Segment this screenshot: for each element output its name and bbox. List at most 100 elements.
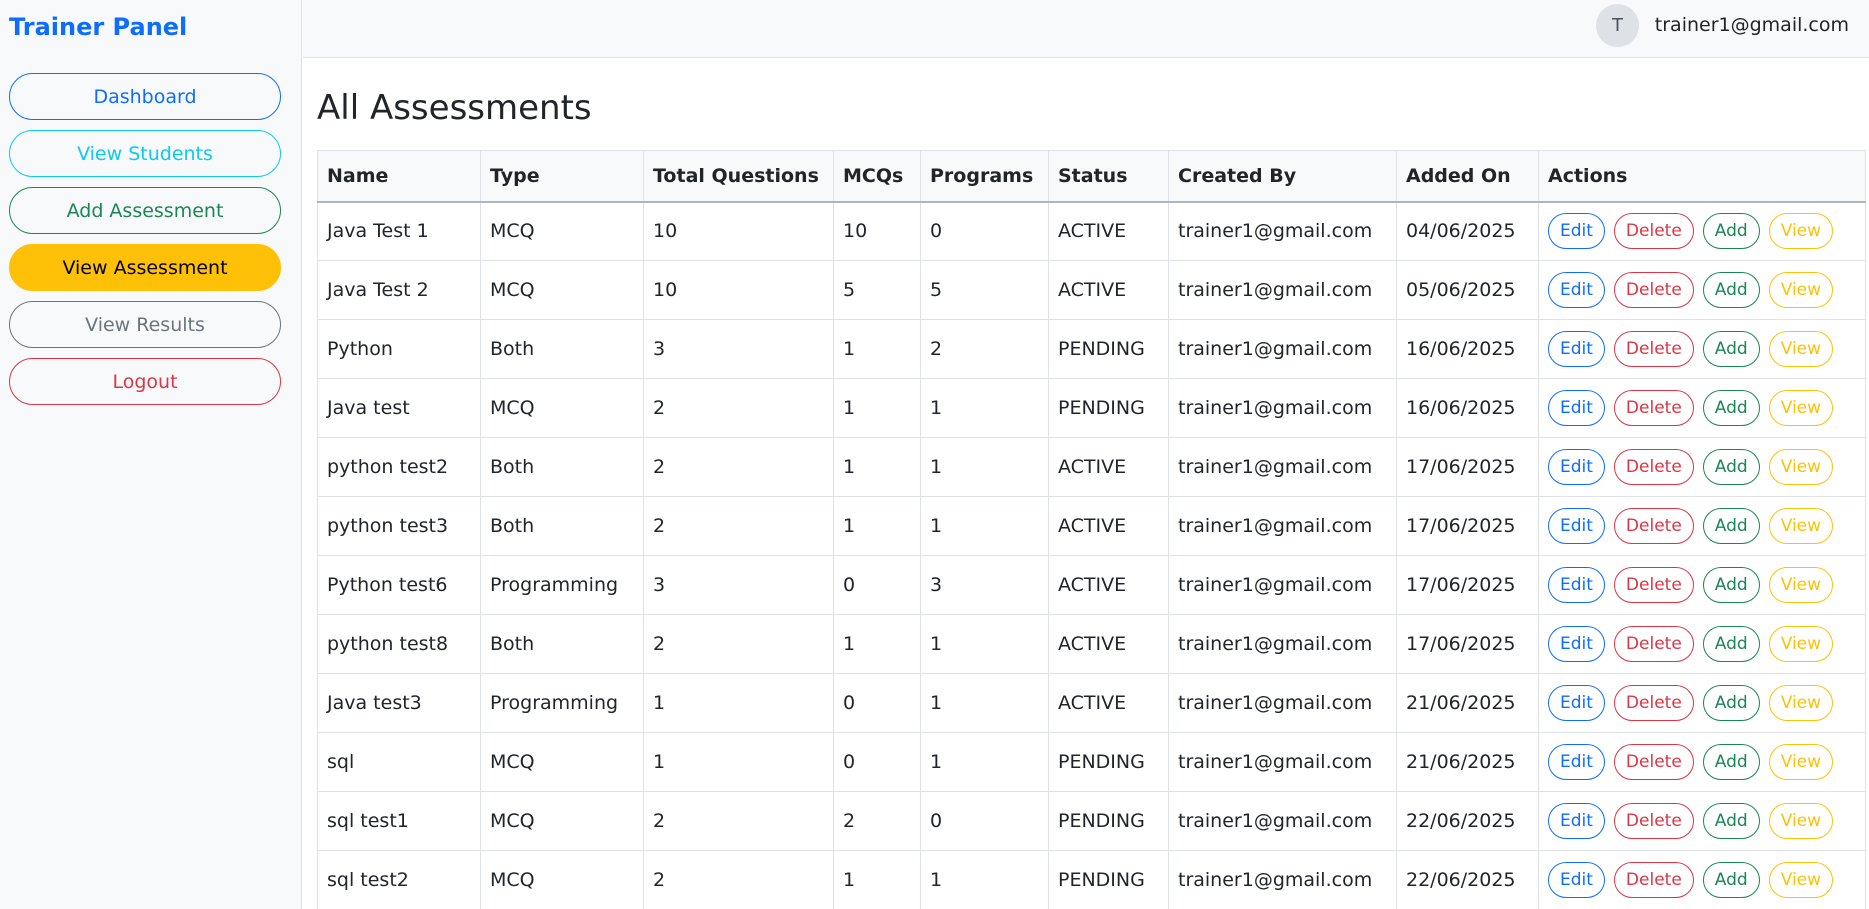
- view-button[interactable]: View: [1768, 626, 1834, 662]
- logout-button[interactable]: Logout: [9, 358, 281, 405]
- add-button[interactable]: Add: [1702, 390, 1760, 426]
- add-button[interactable]: Add: [1702, 331, 1760, 367]
- edit-button[interactable]: Edit: [1548, 508, 1605, 544]
- add-button[interactable]: Add: [1702, 272, 1760, 308]
- view-button[interactable]: View: [1768, 803, 1834, 839]
- delete-button[interactable]: Delete: [1613, 331, 1694, 367]
- column-header-created-by: Created By: [1168, 150, 1397, 203]
- table-row: Java Test 2 MCQ 10 5 5 ACTIVE trainer1@gmail.c…: [317, 260, 1866, 320]
- cell-mcqs: 1: [833, 319, 921, 379]
- delete-button[interactable]: Delete: [1613, 803, 1694, 839]
- cell-mcqs: 2: [833, 791, 921, 851]
- column-header-programs: Programs: [920, 150, 1049, 203]
- delete-button[interactable]: Delete: [1613, 390, 1694, 426]
- column-header-name: Name: [317, 150, 481, 203]
- cell-created-by: trainer1@gmail.com: [1168, 319, 1397, 379]
- delete-button[interactable]: Delete: [1613, 862, 1694, 898]
- cell-type: MCQ: [480, 378, 644, 438]
- cell-status: PENDING: [1048, 732, 1169, 792]
- dashboard-button[interactable]: Dashboard: [9, 73, 281, 120]
- view-button[interactable]: View: [1768, 744, 1834, 780]
- column-header-type: Type: [480, 150, 644, 203]
- add-button[interactable]: Add: [1702, 567, 1760, 603]
- user-email: trainer1@gmail.com: [1654, 14, 1849, 36]
- view-button[interactable]: View: [1768, 331, 1834, 367]
- delete-button[interactable]: Delete: [1613, 449, 1694, 485]
- cell-created-by: trainer1@gmail.com: [1168, 555, 1397, 615]
- view-button[interactable]: View: [1768, 390, 1834, 426]
- view-button[interactable]: View: [1768, 272, 1834, 308]
- add-button[interactable]: Add: [1702, 744, 1760, 780]
- add-button[interactable]: Add: [1702, 626, 1760, 662]
- cell-total-questions: 3: [643, 319, 834, 379]
- brand-title: Trainer Panel: [9, 13, 188, 41]
- view-button[interactable]: View: [1768, 449, 1834, 485]
- cell-status: PENDING: [1048, 850, 1169, 909]
- cell-status: ACTIVE: [1048, 260, 1169, 320]
- table-row: Python Both 3 1 2 PENDING trainer1@gmail.com 16…: [317, 319, 1866, 379]
- add-button[interactable]: Add: [1702, 449, 1760, 485]
- cell-status: ACTIVE: [1048, 673, 1169, 733]
- assessments-table: Name Type Total Questions MCQs Programs …: [317, 150, 1866, 909]
- cell-type: Both: [480, 496, 644, 556]
- cell-mcqs: 5: [833, 260, 921, 320]
- edit-button[interactable]: Edit: [1548, 213, 1605, 250]
- edit-button[interactable]: Edit: [1548, 626, 1605, 662]
- delete-button[interactable]: Delete: [1613, 744, 1694, 780]
- cell-created-by: trainer1@gmail.com: [1168, 614, 1397, 674]
- delete-button[interactable]: Delete: [1613, 685, 1694, 721]
- edit-button[interactable]: Edit: [1548, 272, 1605, 308]
- edit-button[interactable]: Edit: [1548, 567, 1605, 603]
- edit-button[interactable]: Edit: [1548, 449, 1605, 485]
- edit-button[interactable]: Edit: [1548, 331, 1605, 367]
- view-button[interactable]: View: [1768, 567, 1834, 603]
- avatar[interactable]: T: [1596, 4, 1639, 47]
- delete-button[interactable]: Delete: [1613, 213, 1694, 250]
- cell-created-by: trainer1@gmail.com: [1168, 437, 1397, 497]
- view-results-button[interactable]: View Results: [9, 301, 281, 348]
- cell-programs: 2: [920, 319, 1049, 379]
- add-button[interactable]: Add: [1702, 213, 1760, 250]
- cell-type: MCQ: [480, 201, 644, 261]
- add-button[interactable]: Add: [1702, 685, 1760, 721]
- add-button[interactable]: Add: [1702, 862, 1760, 898]
- view-button[interactable]: View: [1768, 685, 1834, 721]
- add-button[interactable]: Add: [1702, 803, 1760, 839]
- edit-button[interactable]: Edit: [1548, 744, 1605, 780]
- edit-button[interactable]: Edit: [1548, 862, 1605, 898]
- cell-programs: 1: [920, 732, 1049, 792]
- view-button[interactable]: View: [1768, 508, 1834, 544]
- assessments-table-container: Name Type Total Questions MCQs Programs …: [317, 150, 1866, 909]
- add-button[interactable]: Add: [1702, 508, 1760, 544]
- table-row: python test8 Both 2 1 1 ACTIVE trainer1@gmail.…: [317, 614, 1866, 674]
- table-row: python test2 Both 2 1 1 ACTIVE trainer1@gmail.…: [317, 437, 1866, 497]
- page-title: All Assessments: [317, 88, 592, 128]
- action-group: Edit Delete Add View: [1548, 508, 1856, 544]
- add-assessment-button[interactable]: Add Assessment: [9, 187, 281, 234]
- view-button[interactable]: View: [1768, 862, 1834, 898]
- cell-added-on: 22/06/2025: [1396, 850, 1539, 909]
- cell-type: MCQ: [480, 791, 644, 851]
- action-group: Edit Delete Add View: [1548, 862, 1856, 898]
- edit-button[interactable]: Edit: [1548, 803, 1605, 839]
- cell-name: python test3: [317, 496, 481, 556]
- cell-created-by: trainer1@gmail.com: [1168, 732, 1397, 792]
- action-group: Edit Delete Add View: [1548, 626, 1856, 662]
- table-row: python test3 Both 2 1 1 ACTIVE trainer1@gmail.…: [317, 496, 1866, 556]
- sidebar: Trainer Panel Dashboard View Students Ad…: [0, 0, 302, 909]
- cell-mcqs: 1: [833, 614, 921, 674]
- delete-button[interactable]: Delete: [1613, 272, 1694, 308]
- delete-button[interactable]: Delete: [1613, 508, 1694, 544]
- column-header-actions: Actions: [1538, 150, 1866, 203]
- cell-actions: Edit Delete Add View: [1538, 673, 1866, 733]
- table-row: Java test3 Programming 1 0 1 ACTIVE trainer1@g…: [317, 673, 1866, 733]
- cell-total-questions: 2: [643, 378, 834, 438]
- delete-button[interactable]: Delete: [1613, 626, 1694, 662]
- cell-mcqs: 0: [833, 673, 921, 733]
- edit-button[interactable]: Edit: [1548, 390, 1605, 426]
- view-button[interactable]: View: [1768, 213, 1834, 250]
- delete-button[interactable]: Delete: [1613, 567, 1694, 603]
- view-assessment-button[interactable]: View Assessment: [9, 244, 281, 291]
- view-students-button[interactable]: View Students: [9, 130, 281, 177]
- edit-button[interactable]: Edit: [1548, 685, 1605, 721]
